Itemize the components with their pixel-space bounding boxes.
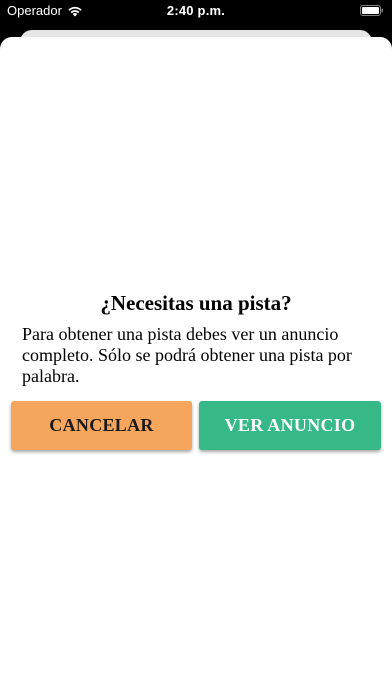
- dialog-title: ¿Necesitas una pista?: [100, 291, 292, 315]
- status-time: 2:40 p.m.: [166, 3, 226, 18]
- sheet-drag-area[interactable]: [0, 37, 392, 49]
- dialog-message: Para obtener una pista debes ver un anun…: [22, 324, 352, 386]
- cancel-button[interactable]: CANCELAR: [11, 401, 192, 450]
- watch-ad-button[interactable]: VER ANUNCIO: [199, 401, 381, 450]
- status-bar: Operador 2:40 p.m.: [0, 0, 392, 24]
- battery-icon: [360, 5, 383, 16]
